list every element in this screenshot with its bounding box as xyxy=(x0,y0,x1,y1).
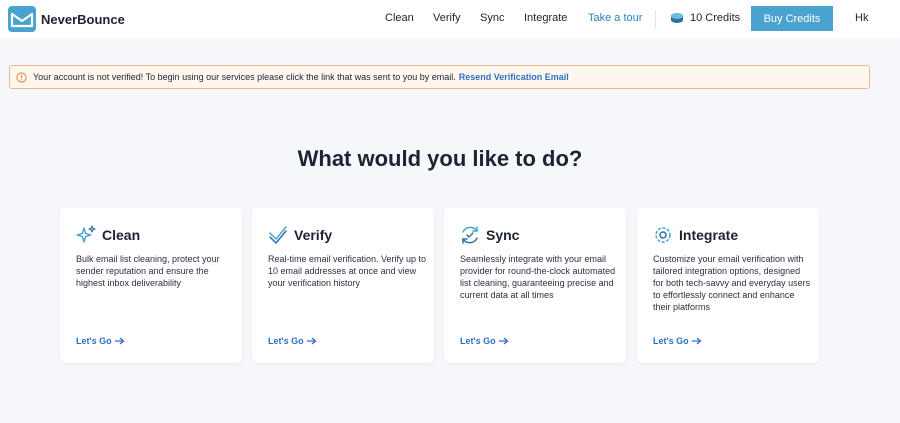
card-header: Sync xyxy=(459,224,519,246)
nav-take-a-tour[interactable]: Take a tour xyxy=(588,12,642,24)
sync-icon xyxy=(462,226,478,244)
arrow-right-icon xyxy=(114,337,125,345)
card-header: Integrate xyxy=(652,224,738,246)
lets-go-link[interactable]: Let's Go xyxy=(76,336,125,346)
lets-go-link[interactable]: Let's Go xyxy=(460,336,509,346)
user-avatar[interactable]: Hk xyxy=(855,12,868,24)
credits-label: 10 Credits xyxy=(690,12,741,24)
info-warning-icon xyxy=(16,71,27,83)
lets-go-label: Let's Go xyxy=(268,336,304,346)
card-title: Integrate xyxy=(679,227,739,243)
lets-go-label: Let's Go xyxy=(653,336,689,346)
nav-clean[interactable]: Clean xyxy=(385,12,414,24)
buy-credits-button[interactable]: Buy Credits xyxy=(751,6,833,31)
card-verify[interactable]: Verify Real-time email verification. Ver… xyxy=(252,208,434,363)
card-integrate[interactable]: Integrate Customize your email verificat… xyxy=(637,208,819,363)
arrow-right-icon xyxy=(306,337,317,345)
envelope-logo-icon xyxy=(8,6,36,32)
card-title: Verify xyxy=(294,227,333,243)
page-heading: What would you like to do? xyxy=(297,146,583,171)
brand-logo[interactable]: NeverBounce xyxy=(8,6,125,32)
sparkle-icon xyxy=(76,225,96,243)
top-navbar: NeverBounce Clean Verify Sync Integrate … xyxy=(0,0,900,38)
lets-go-link[interactable]: Let's Go xyxy=(268,336,317,346)
arrow-right-icon xyxy=(691,337,702,345)
card-description: Real-time email verification. Verify up … xyxy=(268,254,427,288)
lets-go-label: Let's Go xyxy=(460,336,496,346)
card-title: Clean xyxy=(102,227,141,243)
card-header: Verify xyxy=(267,224,332,246)
card-sync[interactable]: Sync Seamlessly integrate with your emai… xyxy=(444,208,626,363)
nav-divider xyxy=(655,10,656,28)
card-description: Seamlessly integrate with your email pro… xyxy=(460,254,616,300)
card-description: Bulk email list cleaning, protect your s… xyxy=(76,254,220,288)
nav-verify[interactable]: Verify xyxy=(433,12,461,24)
card-description: Customize your email verification with t… xyxy=(653,254,811,312)
card-clean[interactable]: Clean Bulk email list cleaning, protect … xyxy=(60,208,242,363)
lets-go-link[interactable]: Let's Go xyxy=(653,336,702,346)
alert-message: Your account is not verified! To begin u… xyxy=(33,72,456,82)
card-title: Sync xyxy=(486,227,520,243)
unverified-account-alert: Your account is not verified! To begin u… xyxy=(9,65,870,89)
brand-name: NeverBounce xyxy=(41,11,125,27)
verify-check-icon xyxy=(269,226,287,244)
arrow-right-icon xyxy=(498,337,509,345)
resend-verification-link[interactable]: Resend Verification Email xyxy=(459,72,569,82)
gear-icon xyxy=(655,227,671,243)
lets-go-label: Let's Go xyxy=(76,336,112,346)
nav-integrate[interactable]: Integrate xyxy=(524,12,567,24)
nav-sync[interactable]: Sync xyxy=(480,12,504,24)
card-header: Clean xyxy=(75,224,140,246)
credits-counter[interactable]: 10 Credits xyxy=(670,11,740,25)
credits-coin-icon xyxy=(671,13,683,23)
